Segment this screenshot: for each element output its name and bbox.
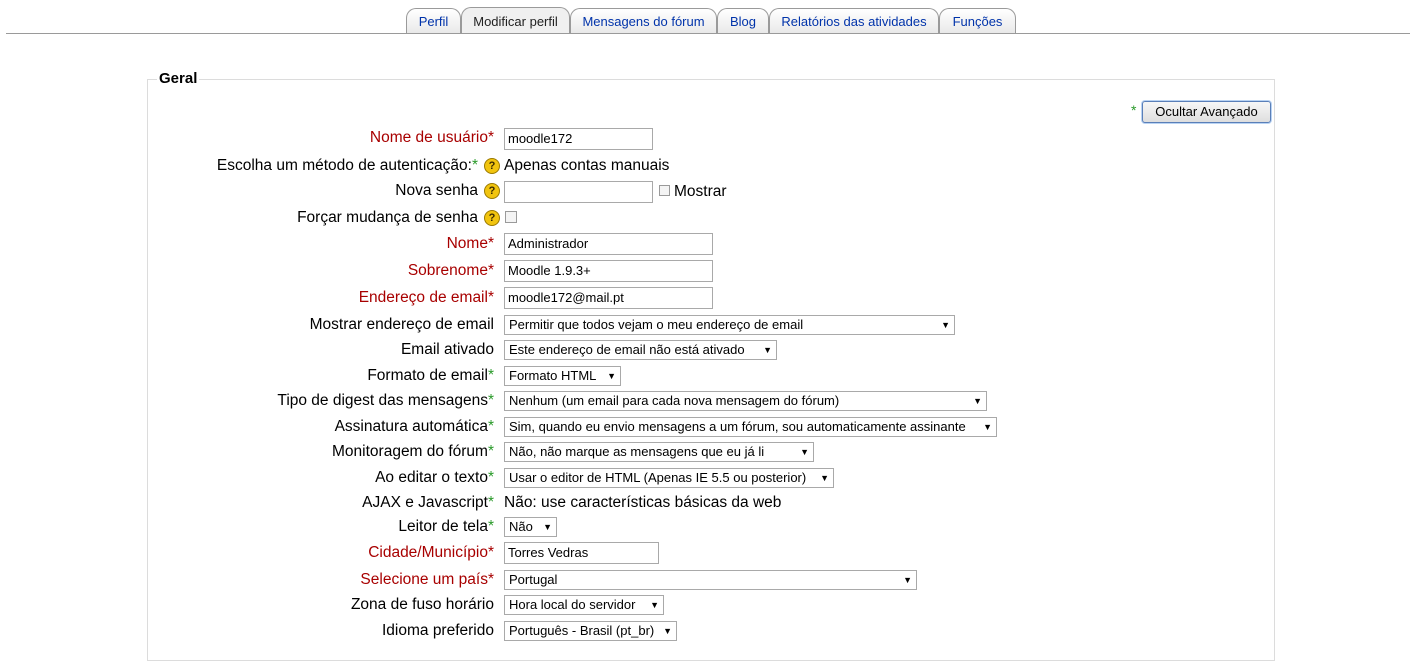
profile-tabs: Perfil Modificar perfil Mensagens do fór… [0,0,1410,34]
mailformat-label: Formato de email* [367,367,494,384]
help-icon[interactable]: ? [484,182,500,199]
htmleditor-label: Ao editar o texto* [375,469,494,486]
auth-label: Escolha um método de autenticação:*? [217,157,500,175]
advanced-star: * [1131,102,1137,118]
maildigest-select[interactable]: Nenhum (um email para cada nova mensagem… [504,391,987,411]
city-input[interactable]: Torres Vedras [504,542,659,564]
tab-profile[interactable]: Perfil [406,8,461,33]
chevron-down-icon: ▼ [663,626,672,636]
autosubscribe-select[interactable]: Sim, quando eu envio mensagens a um fóru… [504,417,997,437]
help-icon[interactable]: ? [484,209,500,226]
htmleditor-select[interactable]: Usar o editor de HTML (Apenas IE 5.5 ou … [504,468,834,488]
trackforums-select[interactable]: Não, não marque as mensagens que eu já l… [504,442,814,462]
maildigest-label: Tipo de digest das mensagens* [277,392,494,409]
firstname-input[interactable]: Administrador [504,233,713,255]
fieldset-legend: Geral [157,70,200,87]
chevron-down-icon: ▼ [973,396,982,406]
tab-activity-reports[interactable]: Relatórios das atividades [769,8,939,33]
lang-select[interactable]: Português - Brasil (pt_br) ▼ [504,621,677,641]
ajax-label: AJAX e Javascript* [362,494,494,511]
emailstop-select[interactable]: Este endereço de email não está ativado ▼ [504,340,777,360]
chevron-down-icon: ▼ [903,575,912,585]
timezone-label: Zona de fuso horário [350,596,494,613]
show-password-label: Mostrar [674,183,727,200]
password-label: Nova senha? [395,182,500,200]
chevron-down-icon: ▼ [820,473,829,483]
country-select[interactable]: Portugal ▼ [504,570,917,590]
chevron-down-icon: ▼ [650,600,659,610]
firstname-label: Nome* [446,235,494,252]
tab-baseline [6,33,1410,34]
hide-advanced-button[interactable]: Ocultar Avançado [1142,101,1271,123]
show-password-checkbox[interactable] [659,185,670,196]
mailformat-select[interactable]: Formato HTML ▼ [504,366,621,386]
trackforums-label: Monitoragem do fórum* [332,443,494,460]
auth-value: Apenas contas manuais [504,157,670,174]
country-label: Selecione um país* [360,571,494,588]
force-change-checkbox[interactable] [505,211,517,223]
screenreader-label: Leitor de tela* [398,518,494,535]
email-label: Endereço de email* [358,289,494,306]
screenreader-select[interactable]: Não ▼ [504,517,557,537]
lastname-input[interactable]: Moodle 1.9.3+ [504,260,713,282]
username-label: Nome de usuário* [369,129,494,146]
lastname-label: Sobrenome* [407,262,494,279]
timezone-select[interactable]: Hora local do servidor ▼ [504,595,664,615]
city-label: Cidade/Município* [368,544,494,561]
email-input[interactable]: moodle172@mail.pt [504,287,713,309]
ajax-value: Não: use características básicas da web [504,494,782,511]
chevron-down-icon: ▼ [763,345,772,355]
maildisplay-label: Mostrar endereço de email [309,316,494,333]
tab-roles[interactable]: Funções [939,8,1016,33]
chevron-down-icon: ▼ [800,447,809,457]
emailstop-label: Email ativado [400,341,494,358]
chevron-down-icon: ▼ [607,371,616,381]
force-change-label: Forçar mudança de senha? [297,209,500,227]
tab-edit-profile[interactable]: Modificar perfil [461,7,570,33]
maildisplay-select[interactable]: Permitir que todos vejam o meu endereço … [504,315,955,335]
username-input[interactable]: moodle172 [504,128,653,150]
tab-blog[interactable]: Blog [717,8,769,33]
autosubscribe-label: Assinatura automática* [334,418,494,435]
tab-forum-posts[interactable]: Mensagens do fórum [570,8,717,33]
help-icon[interactable]: ? [484,157,500,174]
lang-label: Idioma preferido [381,622,494,639]
chevron-down-icon: ▼ [543,522,552,532]
chevron-down-icon: ▼ [983,422,992,432]
password-input[interactable] [504,181,653,203]
chevron-down-icon: ▼ [941,320,950,330]
